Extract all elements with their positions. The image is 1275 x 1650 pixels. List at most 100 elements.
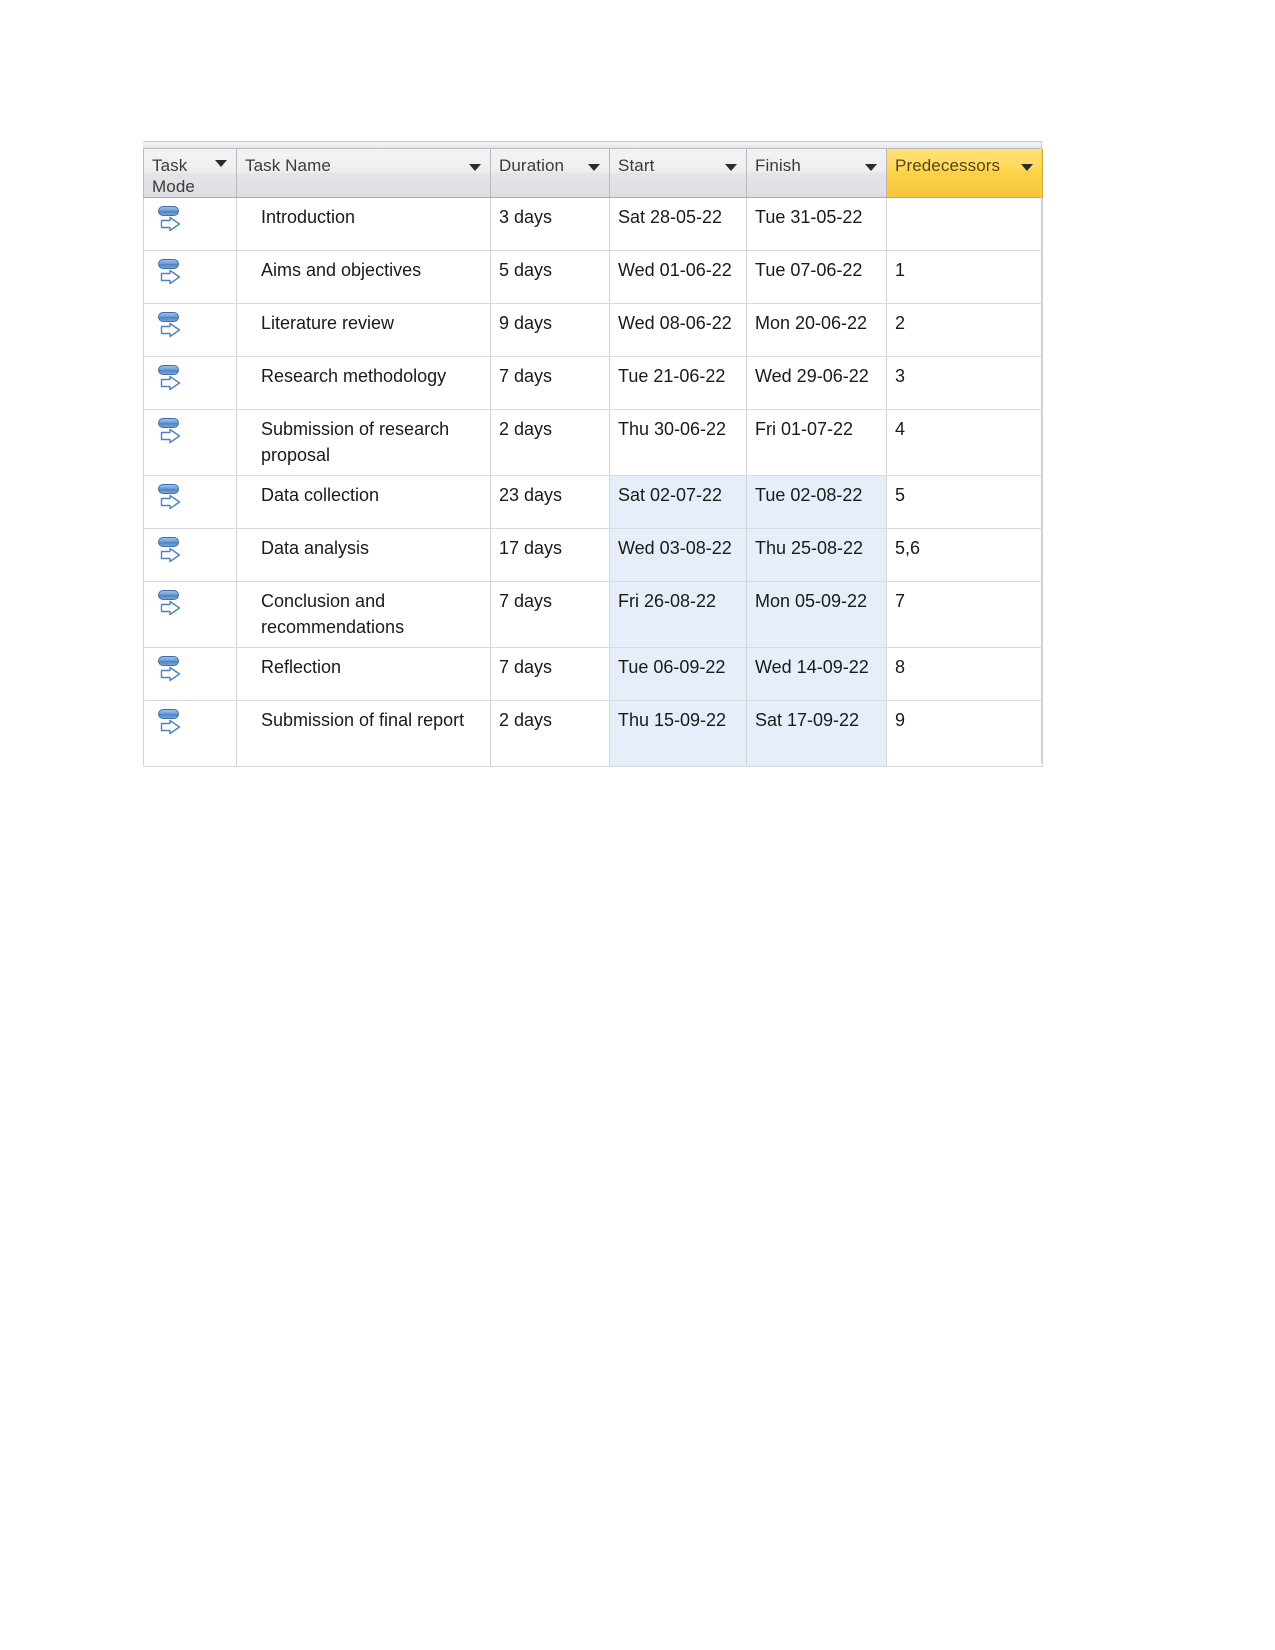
cell-task-name[interactable]: Research methodology: [236, 356, 491, 410]
auto-scheduled-icon[interactable]: [156, 365, 186, 393]
cell-predecessors[interactable]: 9: [886, 700, 1043, 767]
cell-task-name[interactable]: Conclusion and recommendations: [236, 581, 491, 648]
filter-arrow-icon-task-name[interactable]: [469, 164, 481, 171]
header-row: Task Mode Task Name Duration Start Finis…: [143, 149, 1043, 198]
cell-finish[interactable]: Tue 07-06-22: [746, 250, 887, 304]
cell-finish[interactable]: Sat 17-09-22: [746, 700, 887, 767]
filter-arrow-icon-start[interactable]: [725, 164, 737, 171]
cell-finish[interactable]: Wed 29-06-22: [746, 356, 887, 410]
cell-start[interactable]: Tue 06-09-22: [609, 647, 747, 701]
cell-duration[interactable]: 23 days: [490, 475, 610, 529]
auto-scheduled-icon-bar: [158, 656, 179, 666]
cell-task-mode[interactable]: [143, 356, 237, 410]
table-row[interactable]: Reflection 7 days Tue 06-09-22 Wed 14-09-22…: [143, 647, 1043, 701]
table-row[interactable]: Literature review 9 days Wed 08-06-22 Mon 2…: [143, 303, 1043, 357]
cell-finish[interactable]: Mon 20-06-22: [746, 303, 887, 357]
table-row[interactable]: Research methodology 7 days Tue 21-06-22 We…: [143, 356, 1043, 410]
auto-scheduled-icon-arrow: [160, 547, 181, 563]
cell-start[interactable]: Tue 21-06-22: [609, 356, 747, 410]
cell-task-mode[interactable]: [143, 250, 237, 304]
auto-scheduled-icon[interactable]: [156, 259, 186, 287]
table-row[interactable]: Submission of final report 2 days Thu 15-0…: [143, 700, 1043, 767]
table-row[interactable]: Conclusion and recommendations 7 days Fri …: [143, 581, 1043, 648]
filter-arrow-icon-task-mode[interactable]: [215, 160, 227, 167]
cell-predecessors[interactable]: 4: [886, 409, 1043, 476]
cell-task-mode[interactable]: [143, 700, 237, 767]
cell-predecessors[interactable]: 5,6: [886, 528, 1043, 582]
table-row[interactable]: Data analysis 17 days Wed 03-08-22 Thu 25-0…: [143, 528, 1043, 582]
filter-arrow-icon-predecessors[interactable]: [1021, 164, 1033, 171]
cell-start[interactable]: Thu 15-09-22: [609, 700, 747, 767]
auto-scheduled-icon-arrow: [160, 216, 181, 232]
cell-duration[interactable]: 17 days: [490, 528, 610, 582]
cell-task-name[interactable]: Data collection: [236, 475, 491, 529]
table-row[interactable]: Introduction 3 days Sat 28-05-22 Tue 31-05-…: [143, 197, 1043, 251]
grid-split-bar[interactable]: [143, 141, 1042, 149]
cell-task-mode[interactable]: [143, 303, 237, 357]
cell-finish[interactable]: Tue 02-08-22: [746, 475, 887, 529]
cell-duration[interactable]: 3 days: [490, 197, 610, 251]
cell-start[interactable]: Thu 30-06-22: [609, 409, 747, 476]
cell-duration[interactable]: 2 days: [490, 409, 610, 476]
cell-start[interactable]: Wed 01-06-22: [609, 250, 747, 304]
cell-task-name[interactable]: Reflection: [236, 647, 491, 701]
column-header-duration[interactable]: Duration: [490, 149, 610, 198]
auto-scheduled-icon[interactable]: [156, 312, 186, 340]
auto-scheduled-icon[interactable]: [156, 537, 186, 565]
auto-scheduled-icon[interactable]: [156, 418, 186, 446]
auto-scheduled-icon[interactable]: [156, 656, 186, 684]
cell-predecessors[interactable]: [886, 197, 1043, 251]
cell-duration[interactable]: 7 days: [490, 647, 610, 701]
cell-finish[interactable]: Mon 05-09-22: [746, 581, 887, 648]
cell-task-mode[interactable]: [143, 197, 237, 251]
cell-finish[interactable]: Thu 25-08-22: [746, 528, 887, 582]
column-header-task-name[interactable]: Task Name: [236, 149, 491, 198]
cell-finish[interactable]: Tue 31-05-22: [746, 197, 887, 251]
table-row[interactable]: Aims and objectives 5 days Wed 01-06-22 Tue…: [143, 250, 1043, 304]
cell-duration[interactable]: 5 days: [490, 250, 610, 304]
cell-task-mode[interactable]: [143, 647, 237, 701]
column-header-task-name-label: Task Name: [245, 156, 331, 175]
cell-predecessors[interactable]: 2: [886, 303, 1043, 357]
column-header-start[interactable]: Start: [609, 149, 747, 198]
cell-task-name[interactable]: Aims and objectives: [236, 250, 491, 304]
auto-scheduled-icon[interactable]: [156, 709, 186, 737]
cell-finish[interactable]: Fri 01-07-22: [746, 409, 887, 476]
cell-start[interactable]: Wed 03-08-22: [609, 528, 747, 582]
column-header-predecessors[interactable]: Predecessors: [886, 149, 1043, 198]
column-header-task-mode[interactable]: Task Mode: [143, 149, 237, 198]
cell-task-name[interactable]: Submission of final report: [236, 700, 491, 767]
cell-duration[interactable]: 2 days: [490, 700, 610, 767]
cell-duration[interactable]: 7 days: [490, 356, 610, 410]
cell-predecessors[interactable]: 8: [886, 647, 1043, 701]
cell-predecessors[interactable]: 3: [886, 356, 1043, 410]
cell-predecessors[interactable]: 5: [886, 475, 1043, 529]
cell-predecessors[interactable]: 1: [886, 250, 1043, 304]
column-header-predecessors-label: Predecessors: [895, 156, 1001, 175]
cell-task-name[interactable]: Introduction: [236, 197, 491, 251]
auto-scheduled-icon[interactable]: [156, 590, 186, 618]
table-row[interactable]: Data collection 23 days Sat 02-07-22 Tue 02…: [143, 475, 1043, 529]
auto-scheduled-icon-bar: [158, 537, 179, 547]
cell-task-name[interactable]: Submission of research proposal: [236, 409, 491, 476]
cell-task-name[interactable]: Data analysis: [236, 528, 491, 582]
cell-duration[interactable]: 7 days: [490, 581, 610, 648]
cell-start[interactable]: Sat 02-07-22: [609, 475, 747, 529]
cell-task-mode[interactable]: [143, 475, 237, 529]
cell-task-mode[interactable]: [143, 528, 237, 582]
cell-start[interactable]: Fri 26-08-22: [609, 581, 747, 648]
filter-arrow-icon-finish[interactable]: [865, 164, 877, 171]
cell-predecessors[interactable]: 7: [886, 581, 1043, 648]
cell-start[interactable]: Sat 28-05-22: [609, 197, 747, 251]
auto-scheduled-icon[interactable]: [156, 206, 186, 234]
cell-duration[interactable]: 9 days: [490, 303, 610, 357]
cell-start[interactable]: Wed 08-06-22: [609, 303, 747, 357]
filter-arrow-icon-duration[interactable]: [588, 164, 600, 171]
cell-task-mode[interactable]: [143, 581, 237, 648]
auto-scheduled-icon[interactable]: [156, 484, 186, 512]
column-header-finish[interactable]: Finish: [746, 149, 887, 198]
table-row[interactable]: Submission of research proposal 2 days Thu…: [143, 409, 1043, 476]
cell-task-name[interactable]: Literature review: [236, 303, 491, 357]
cell-finish[interactable]: Wed 14-09-22: [746, 647, 887, 701]
cell-task-mode[interactable]: [143, 409, 237, 476]
